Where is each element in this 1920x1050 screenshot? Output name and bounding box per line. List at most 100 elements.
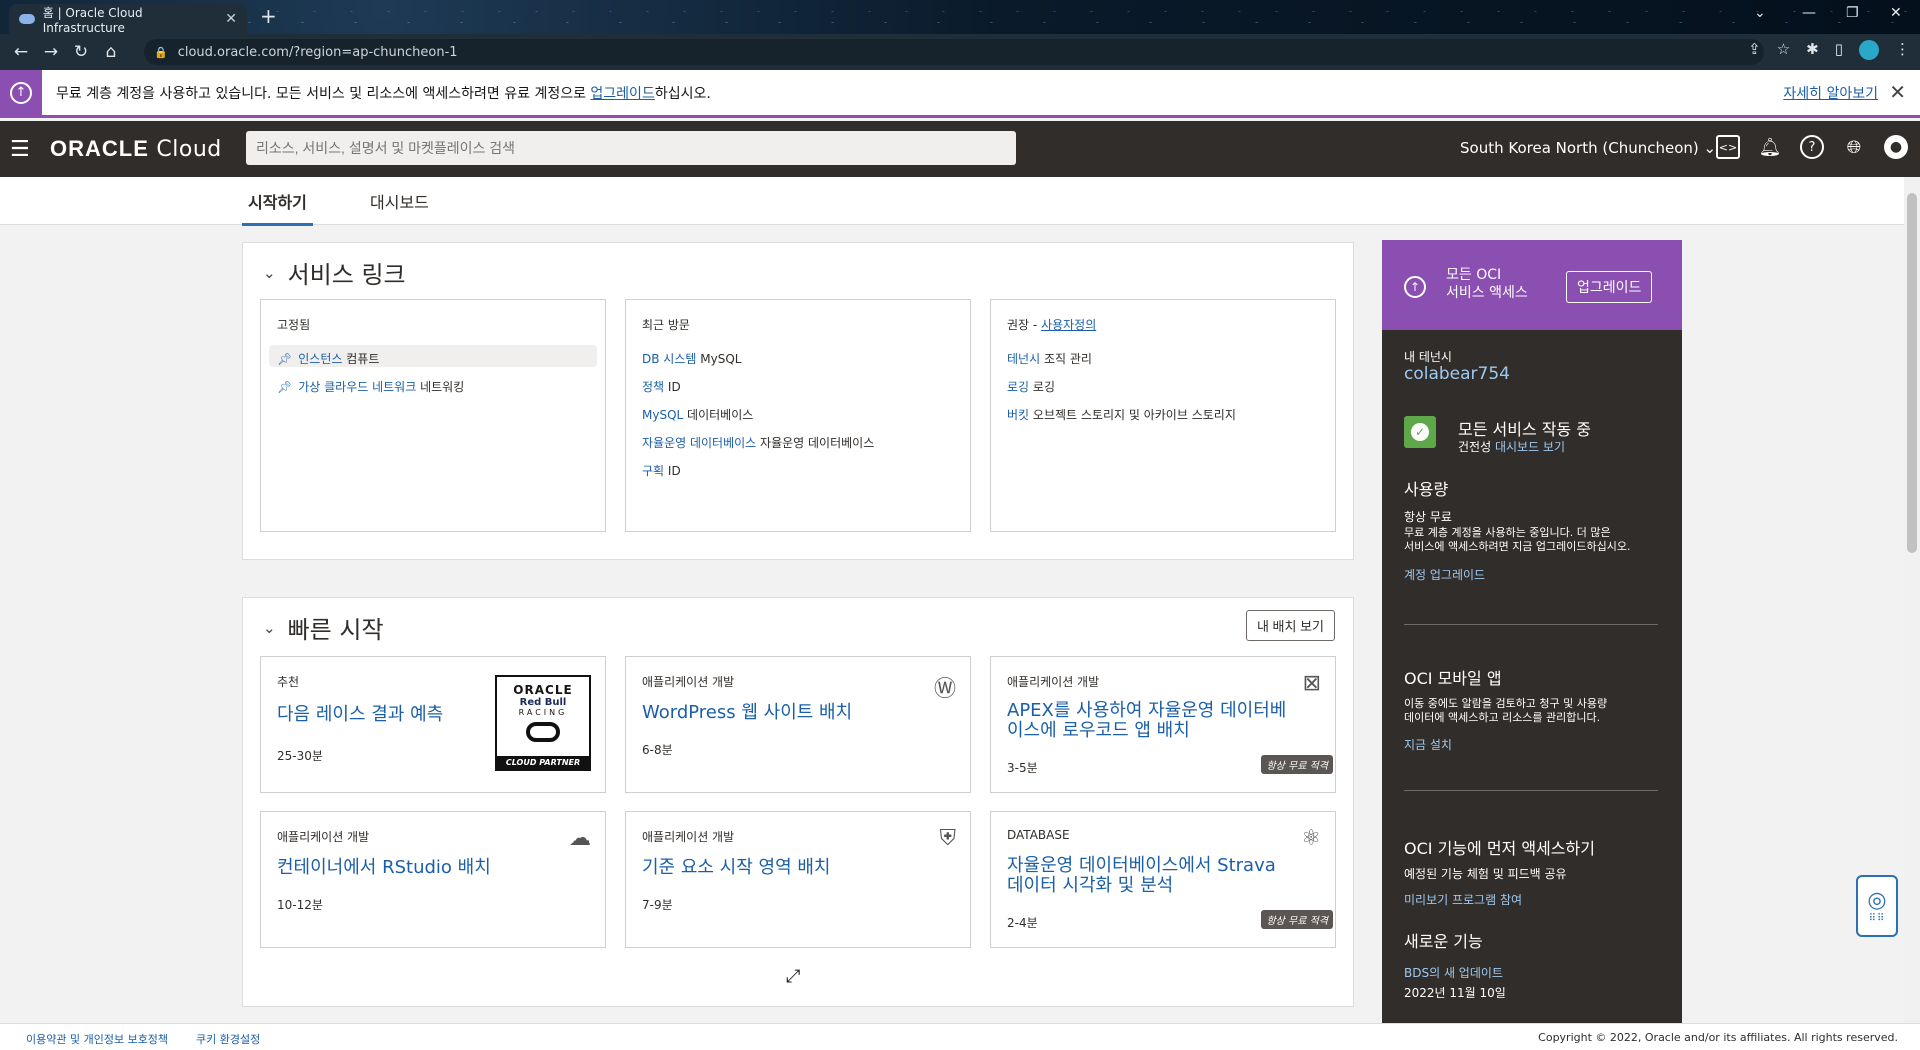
card-title[interactable]: 자율운영 데이터베이스에서 Strava 데이터 시각화 및 분석 — [1007, 856, 1297, 896]
usage-sub: 항상 무료 — [1404, 510, 1452, 524]
quick-start-card[interactable]: 추천 다음 레이스 결과 예측 25-30분 ORACLE Red Bull R… — [260, 656, 606, 793]
service-links-header[interactable]: ⌄ 서비스 링크 — [263, 255, 406, 290]
card-category: 애플리케이션 개발 — [642, 830, 735, 844]
search-input[interactable] — [246, 131, 1016, 165]
card-category: DATABASE — [1007, 828, 1070, 842]
join-preview-link[interactable]: 미리보기 프로그램 참여 — [1404, 893, 1522, 907]
home-icon[interactable]: ⌂ — [96, 42, 126, 62]
side-panel-icon[interactable]: ▯ — [1835, 40, 1843, 60]
quick-start-header[interactable]: ⌄ 빠른 시작 — [263, 610, 384, 645]
share-icon[interactable]: ⇪ — [1748, 40, 1761, 60]
region-selector[interactable]: South Korea North (Chuncheon) ⌄ — [1460, 139, 1716, 157]
browser-tab-bar: 홈 | Oracle Cloud Infrastructure ✕ + ⌄ — … — [0, 0, 1920, 35]
recommended-category: 로깅 — [1032, 380, 1056, 394]
card-title[interactable]: 다음 레이스 결과 예측 — [277, 705, 443, 725]
bds-update-link[interactable]: BDS의 새 업데이트 — [1404, 966, 1503, 980]
more-menu-icon[interactable]: ⋮ — [1895, 40, 1910, 60]
oracle-cloud-logo[interactable]: ORACLE Cloud — [50, 136, 222, 162]
user-profile-icon[interactable]: ● — [1884, 135, 1908, 159]
help-icon[interactable]: ? — [1800, 135, 1824, 159]
help-lifebuoy-button[interactable]: ◎ ⠿⠿ — [1856, 875, 1898, 937]
profile-avatar-icon[interactable] — [1859, 40, 1879, 60]
forward-icon[interactable]: → — [36, 42, 66, 62]
view-dashboard-link[interactable]: 대시보드 보기 — [1495, 440, 1565, 454]
learn-more-link[interactable]: 자세히 알아보기 — [1783, 83, 1878, 103]
recent-link[interactable]: DB 시스템 — [642, 352, 696, 366]
install-now-link[interactable]: 지금 설치 — [1404, 738, 1452, 752]
scrollbar[interactable] — [1904, 177, 1920, 1023]
hamburger-menu-icon[interactable]: ☰ — [10, 137, 32, 162]
recent-link[interactable]: MySQL — [642, 408, 683, 422]
recent-category: 자율운영 데이터베이스 — [760, 436, 875, 450]
card-duration: 2-4분 — [1007, 916, 1038, 930]
card-title[interactable]: APEX를 사용하여 자율운영 데이터베이스에 로우코드 앱 배치 — [1007, 701, 1287, 741]
recommended-item[interactable]: 로깅 로깅 — [1007, 378, 1055, 395]
recommended-link[interactable]: 버킷 — [1007, 408, 1029, 422]
quick-start-card[interactable]: 애플리케이션 개발 기준 요소 시작 영역 배치 7-9분 ⛨ — [625, 811, 971, 948]
pin-icon[interactable]: 📌︎ — [277, 352, 292, 366]
pinned-item[interactable]: 📌︎ 가상 클라우드 네트워크 네트워킹 — [277, 378, 464, 395]
card-category: 애플리케이션 개발 — [642, 675, 735, 689]
expand-icon[interactable]: ⤢ — [786, 966, 800, 987]
new-tab-icon[interactable]: + — [260, 4, 277, 28]
pin-icon[interactable]: 📌︎ — [277, 380, 292, 394]
card-title[interactable]: 컨테이너에서 RStudio 배치 — [277, 858, 491, 878]
scrollbar-thumb[interactable] — [1907, 193, 1917, 553]
close-tab-icon[interactable]: ✕ — [225, 11, 237, 27]
upgrade-account-link[interactable]: 계정 업그레이드 — [1404, 568, 1485, 582]
recent-item[interactable]: 정책 ID — [642, 378, 681, 395]
url-input[interactable]: 🔒 cloud.oracle.com/?region=ap-chuncheon-… — [144, 39, 1764, 65]
recent-item[interactable]: DB 시스템 MySQL — [642, 350, 741, 367]
close-icon[interactable]: ✕ — [1889, 80, 1906, 104]
terms-link[interactable]: 이용약관 및 개인정보 보호정책 — [26, 1031, 168, 1047]
card-title[interactable]: 기준 요소 시작 영역 배치 — [642, 858, 831, 878]
tab-dashboard[interactable]: 대시보드 — [364, 189, 435, 223]
quick-start-card[interactable]: 애플리케이션 개발 APEX를 사용하여 자율운영 데이터베이스에 로우코드 앱… — [990, 656, 1336, 793]
banner-upgrade-link[interactable]: 업그레이드 — [590, 86, 654, 102]
window-close-icon[interactable]: ✕ — [1890, 5, 1902, 21]
always-free-badge: 항상 무료 적격 — [1261, 755, 1333, 774]
recent-item[interactable]: 자율운영 데이터베이스 자율운영 데이터베이스 — [642, 434, 874, 451]
divider — [1404, 624, 1658, 625]
recommended-link[interactable]: 테넌시 — [1007, 352, 1040, 366]
browser-tab[interactable]: 홈 | Oracle Cloud Infrastructure ✕ — [9, 4, 247, 35]
card-title[interactable]: WordPress 웹 사이트 배치 — [642, 703, 852, 723]
tab-get-started[interactable]: 시작하기 — [242, 189, 313, 226]
reload-icon[interactable]: ↻ — [66, 42, 96, 62]
view-deployments-button[interactable]: 내 배치 보기 — [1245, 610, 1335, 641]
upgrade-button[interactable]: 업그레이드 — [1566, 271, 1653, 303]
recent-item[interactable]: MySQL 데이터베이스 — [642, 406, 753, 423]
chevron-down-icon: ⌄ — [263, 618, 276, 637]
cloud-shell-icon[interactable]: <> — [1716, 135, 1740, 159]
minimize-icon[interactable]: — — [1802, 5, 1816, 21]
back-icon[interactable]: ← — [6, 42, 36, 62]
quick-start-card[interactable]: 애플리케이션 개발 WordPress 웹 사이트 배치 6-8분 Ⓦ — [625, 656, 971, 793]
tenancy-name-link[interactable]: colabear754 — [1404, 364, 1510, 384]
recent-link[interactable]: 정책 — [642, 380, 664, 394]
early-access-title: OCI 기능에 먼저 액세스하기 — [1404, 839, 1595, 858]
cookie-preferences-link[interactable]: 쿠키 환경설정 — [196, 1031, 260, 1047]
service-links-title: 서비스 링크 — [287, 261, 406, 289]
recent-item[interactable]: 구획 ID — [642, 462, 681, 479]
pinned-category: 네트워킹 — [420, 380, 465, 394]
card-duration: 25-30분 — [277, 749, 323, 763]
recent-link[interactable]: 구획 — [642, 464, 664, 478]
extensions-icon[interactable]: ✱ — [1806, 40, 1819, 60]
globe-icon[interactable]: 🌐︎ — [1842, 135, 1866, 159]
customize-link[interactable]: 사용자정의 — [1041, 318, 1096, 332]
tab-search-icon[interactable]: ⌄ — [1754, 5, 1766, 21]
recent-link[interactable]: 자율운영 데이터베이스 — [642, 436, 756, 450]
right-sidebar: ↑ 모든 OCI 서비스 액세스 업그레이드 내 테넌시 colabear754 … — [1382, 240, 1682, 1023]
pinned-link[interactable]: 인스턴스 — [298, 352, 342, 366]
banner-suffix: 하십시오. — [654, 85, 711, 102]
recommended-link[interactable]: 로깅 — [1007, 380, 1029, 394]
restore-icon[interactable]: ❐ — [1846, 5, 1859, 21]
pinned-link[interactable]: 가상 클라우드 네트워크 — [298, 380, 416, 394]
bookmark-star-icon[interactable]: ☆ — [1777, 40, 1790, 60]
recommended-item[interactable]: 테넌시 조직 관리 — [1007, 350, 1092, 367]
bell-icon[interactable]: 🔔︎ — [1758, 135, 1782, 159]
recommended-item[interactable]: 버킷 오브젝트 스토리지 및 아카이브 스토리지 — [1007, 406, 1236, 423]
quick-start-card[interactable]: DATABASE 자율운영 데이터베이스에서 Strava 데이터 시각화 및 … — [990, 811, 1336, 948]
quick-start-card[interactable]: 애플리케이션 개발 컨테이너에서 RStudio 배치 10-12분 ☁︎ — [260, 811, 606, 948]
pinned-item[interactable]: 📌︎ 인스턴스 컴퓨트 — [277, 350, 379, 367]
